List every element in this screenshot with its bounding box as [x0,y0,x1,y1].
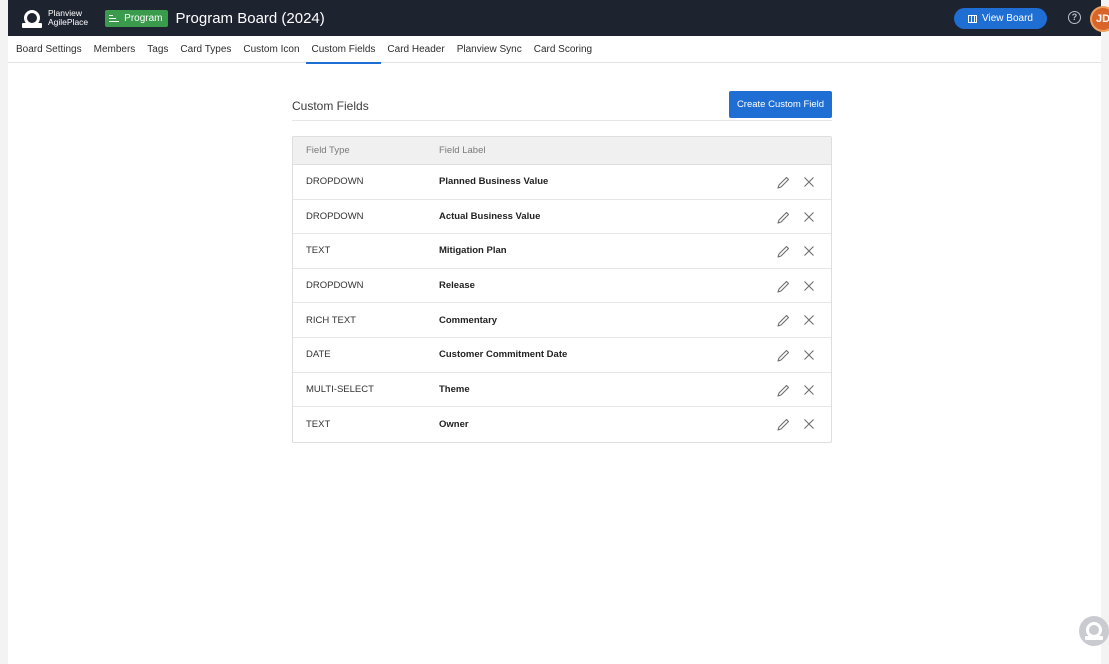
pencil-icon[interactable] [776,349,790,363]
table-header: Field Type Field Label [293,137,831,165]
table-row: DATE Customer Commitment Date [293,338,831,373]
close-icon[interactable] [803,176,815,188]
field-label-cell: Customer Commitment Date [439,349,568,361]
tab-tags[interactable]: Tags [141,36,174,63]
pencil-icon[interactable] [776,245,790,259]
close-icon[interactable] [803,211,815,223]
close-icon[interactable] [803,245,815,257]
field-type-cell: MULTI-SELECT [306,383,374,395]
user-avatar[interactable]: JD [1090,6,1109,32]
tab-custom-icon[interactable]: Custom Icon [237,36,305,63]
app-window: Planview AgilePlace Program Program Boar… [0,0,1109,664]
pencil-icon[interactable] [776,176,790,190]
planview-logo-icon [22,8,42,28]
tab-board-settings[interactable]: Board Settings [10,36,88,63]
tab-card-scoring[interactable]: Card Scoring [528,36,598,63]
table-row: RICH TEXT Commentary [293,303,831,338]
field-label-cell: Theme [439,383,470,395]
logo-text: Planview AgilePlace [48,9,88,27]
table-row: DROPDOWN Actual Business Value [293,200,831,235]
program-badge: Program [105,9,168,27]
table-row: TEXT Mitigation Plan [293,234,831,269]
create-custom-field-button[interactable]: Create Custom Field [729,91,832,118]
assistant-logo-icon[interactable] [1079,616,1109,646]
field-label-cell: Actual Business Value [439,210,541,222]
pencil-icon[interactable] [776,280,790,294]
field-type-cell: TEXT [306,418,331,430]
close-icon[interactable] [803,418,815,430]
custom-fields-table: Field Type Field Label DROPDOWN Planned B… [292,136,832,443]
view-board-label: View Board [982,13,1033,24]
field-type-cell: DATE [306,349,331,361]
planview-logo[interactable]: Planview AgilePlace [22,0,88,36]
field-label-cell: Mitigation Plan [439,245,507,257]
section-title: Custom Fields [292,99,369,113]
board-icon [968,14,978,23]
header-field-label: Field Label [439,145,486,156]
close-icon[interactable] [803,314,815,326]
pencil-icon[interactable] [776,314,790,328]
program-badge-label: Program [124,12,163,24]
close-icon[interactable] [803,349,815,361]
section-header: Custom Fields Create Custom Field [292,91,832,121]
field-label-cell: Owner [439,418,469,430]
table-row: DROPDOWN Release [293,269,831,304]
close-icon[interactable] [803,280,815,292]
field-type-cell: DROPDOWN [306,280,364,292]
pencil-icon[interactable] [776,418,790,432]
field-label-cell: Commentary [439,314,498,326]
pencil-icon[interactable] [776,211,790,225]
table-row: DROPDOWN Planned Business Value [293,165,831,200]
view-board-button[interactable]: View Board [954,8,1047,29]
table-row: MULTI-SELECT Theme [293,373,831,408]
logo-line-2: AgilePlace [48,17,89,27]
field-label-cell: Planned Business Value [439,176,549,188]
top-bar: Planview AgilePlace Program Program Boar… [8,0,1109,36]
table-row: TEXT Owner [293,407,831,442]
field-label-cell: Release [439,280,475,292]
help-icon[interactable]: ? [1068,11,1081,24]
tab-card-header[interactable]: Card Header [381,36,450,63]
tab-card-types[interactable]: Card Types [174,36,237,63]
close-icon[interactable] [803,384,815,396]
field-type-cell: TEXT [306,245,331,257]
settings-tabs: Board Settings Members Tags Card Types C… [8,36,1101,64]
tab-members[interactable]: Members [88,36,142,63]
pencil-icon[interactable] [776,384,790,398]
field-type-cell: RICH TEXT [306,314,356,326]
tab-custom-fields[interactable]: Custom Fields [305,36,382,64]
program-icon [109,14,120,23]
tab-planview-sync[interactable]: Planview Sync [451,36,528,63]
header-field-type: Field Type [306,145,350,156]
field-type-cell: DROPDOWN [306,210,364,222]
field-type-cell: DROPDOWN [306,176,364,188]
board-title: Program Board (2024) [175,9,325,27]
